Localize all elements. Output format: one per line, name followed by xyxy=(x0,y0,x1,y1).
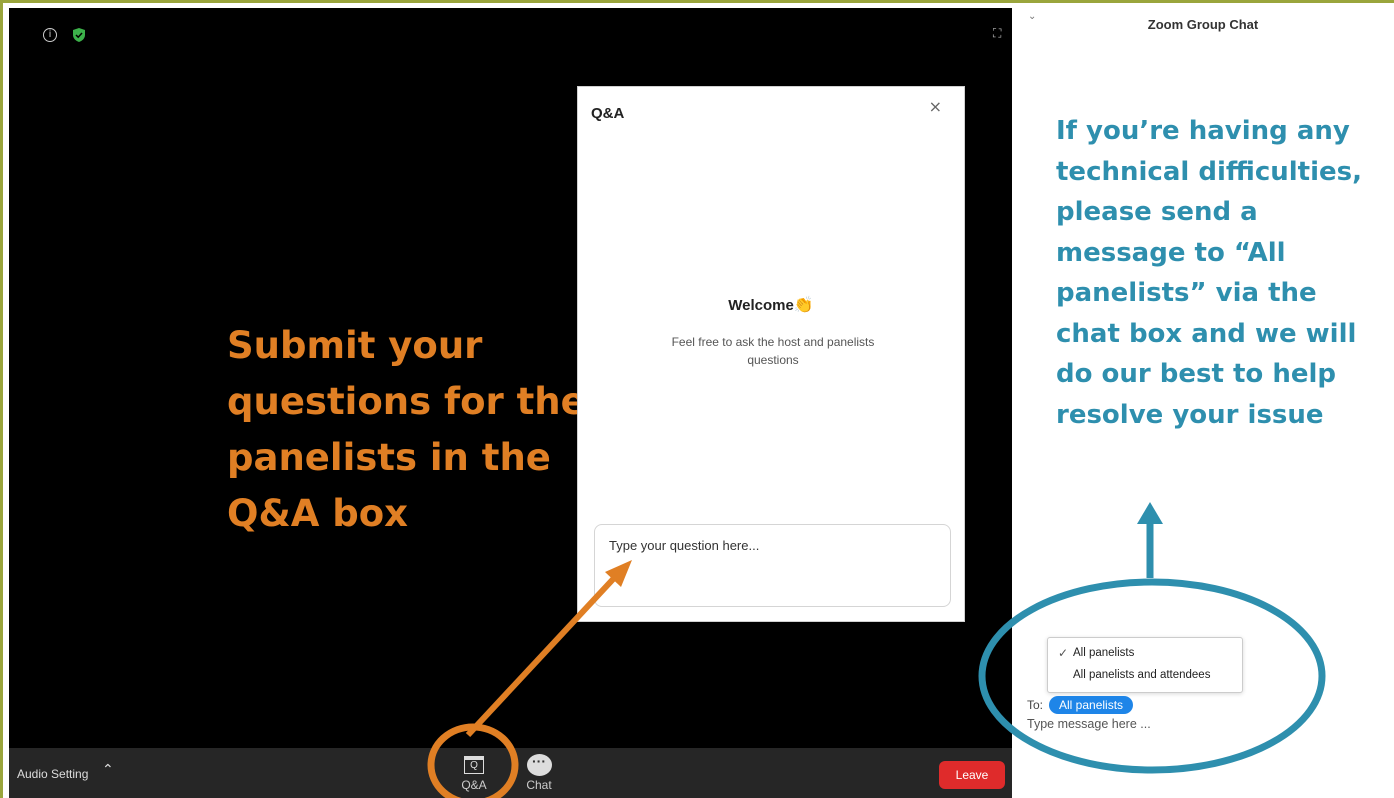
meeting-toolbar: Audio Setting ⌃ Q Q&A ··· Chat Leave xyxy=(9,748,1012,798)
qa-dialog: Q&A × Welcome👏 Feel free to ask the host… xyxy=(577,86,965,622)
qa-title: Q&A xyxy=(591,105,625,122)
qa-button[interactable]: Q Q&A xyxy=(446,752,502,792)
info-icon[interactable]: i xyxy=(43,28,57,42)
chat-button[interactable]: ··· Chat xyxy=(511,752,567,792)
qa-description: Feel free to ask the host and panelists … xyxy=(671,335,875,367)
chevron-up-icon[interactable]: ⌃ xyxy=(102,762,114,778)
wave-icon: 👏 xyxy=(793,297,814,314)
audio-setting-button[interactable]: Audio Setting xyxy=(17,767,88,781)
to-label: To: xyxy=(1027,698,1044,712)
shield-icon[interactable] xyxy=(73,28,85,42)
welcome-text: Welcome xyxy=(728,297,794,314)
qa-icon: Q xyxy=(464,756,484,774)
close-icon[interactable]: × xyxy=(929,97,942,116)
question-input[interactable]: Type your question here... xyxy=(594,524,951,607)
chat-message-input[interactable]: Type message here ... xyxy=(1027,717,1151,731)
leave-button[interactable]: Leave xyxy=(939,761,1005,789)
qa-instruction-annotation: Submit your questions for the panelists … xyxy=(227,324,586,535)
chat-button-label: Chat xyxy=(526,778,552,792)
recipient-dropdown: ✓ All panelists All panelists and attend… xyxy=(1047,637,1243,693)
dropdown-option-all-panelists-attendees[interactable]: All panelists and attendees xyxy=(1073,669,1210,681)
chevron-down-icon[interactable]: ⌄ xyxy=(1028,11,1036,22)
technical-help-annotation: If you’re having any technical difficult… xyxy=(1056,116,1363,430)
recipient-row: To: All panelists xyxy=(1027,696,1134,714)
recipient-selector[interactable]: All panelists xyxy=(1049,696,1134,714)
qa-welcome-heading: Welcome👏 xyxy=(578,295,964,315)
chat-panel: ⌄ Zoom Group Chat If you’re having any t… xyxy=(1012,3,1394,798)
chat-title: Zoom Group Chat xyxy=(1147,17,1259,32)
check-icon: ✓ xyxy=(1058,646,1069,660)
fullscreen-icon[interactable]: ⛶ xyxy=(993,26,1001,41)
dropdown-option-all-panelists[interactable]: All panelists xyxy=(1073,647,1134,659)
chat-icon: ··· xyxy=(526,754,552,776)
qa-button-label: Q&A xyxy=(461,778,487,792)
